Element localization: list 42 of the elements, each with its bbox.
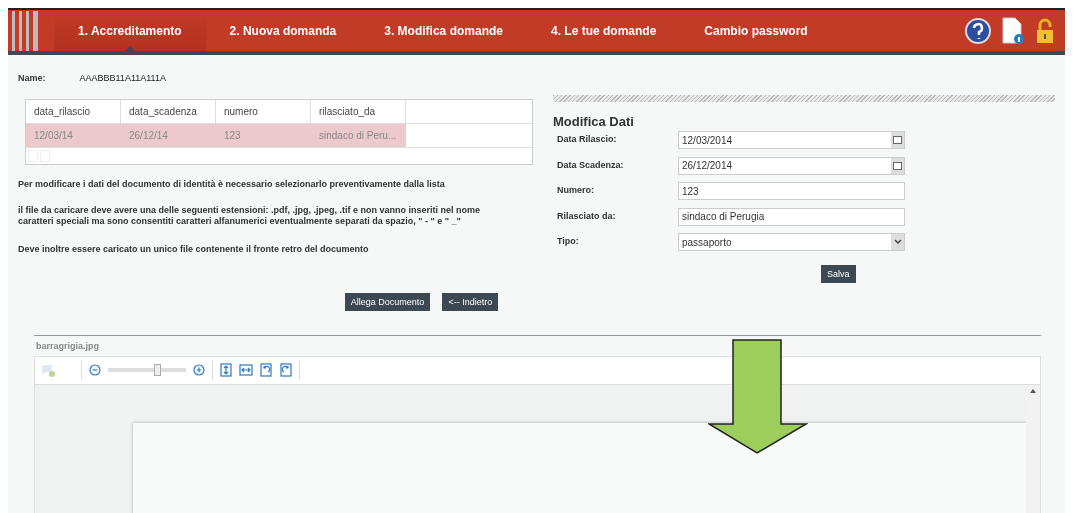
column-header[interactable]: data_scadenza [121,100,216,123]
nav-tab[interactable]: 4. Le tue domande [526,10,681,51]
fit-height-icon[interactable] [219,363,233,377]
rotate-right-icon[interactable] [279,363,293,377]
field-label: Data Scadenza: [557,158,625,170]
nav-tab[interactable]: 3. Modifica domande [360,10,527,51]
instruction-text: il file da caricare deve avere una delle seguenti estensioni: .pdf, .jpg, .jpeg, .tif e non vanno inseriti nel nome caratteri speciali ma sono consentiti caratteri alfanumerici eventualmente separati da spazio, " - " e " _" [18,204,482,229]
type-select[interactable]: passaporto [678,233,905,251]
down-arrow-icon [708,339,808,455]
padlock-icon[interactable] [1035,17,1055,44]
column-header[interactable]: rilasciato_da [311,100,406,123]
field-label: Tipo: [557,235,580,246]
name-value: AAABBB11A11A111A [79,73,166,83]
save-button[interactable]: Salva [821,264,856,283]
column-header[interactable]: data_rilascio [26,100,121,123]
fit-width-icon[interactable] [239,363,253,377]
date-field[interactable]: 26/12/2014 [678,156,905,175]
back-button[interactable]: <-- Indietro [442,292,499,311]
name-label: Name: [18,73,46,83]
zoom-out-icon[interactable] [88,363,102,377]
attach-button[interactable]: Allega Documento [344,292,431,311]
nav-tab[interactable]: 2. Nuova domanda [205,10,361,51]
column-header[interactable]: numero [216,100,311,123]
instruction-text: Deve inoltre essere caricato un unico file contenente il fronte retro del documento [18,244,370,256]
instruction-text: Per modificare i dati del documento di identità è necessario selezionarlo preventivamente dalla lista [18,179,446,191]
input-field[interactable]: 123 [678,182,905,200]
calendar-icon[interactable] [893,161,902,170]
field-label: Data Rilascio: [557,133,618,144]
date-field[interactable]: 12/03/2014 [678,131,905,149]
field-label: Numero: [557,184,595,195]
field-label: Rilasciato da: [557,209,617,221]
document-info-icon[interactable] [1001,16,1025,45]
form-title: Modifica Dati [553,114,635,129]
help-icon[interactable] [965,17,991,44]
calendar-icon[interactable] [893,136,902,144]
dropdown-caret-icon[interactable] [893,239,902,245]
nav-tab[interactable]: Cambio password [680,10,832,51]
rotate-left-icon[interactable] [259,363,273,377]
scroll-up-icon[interactable] [1030,388,1036,393]
input-field[interactable]: sindaco di Perugia [678,207,905,226]
zoom-in-icon[interactable] [192,363,206,377]
file-name: barragrigia.jpg [36,340,100,351]
